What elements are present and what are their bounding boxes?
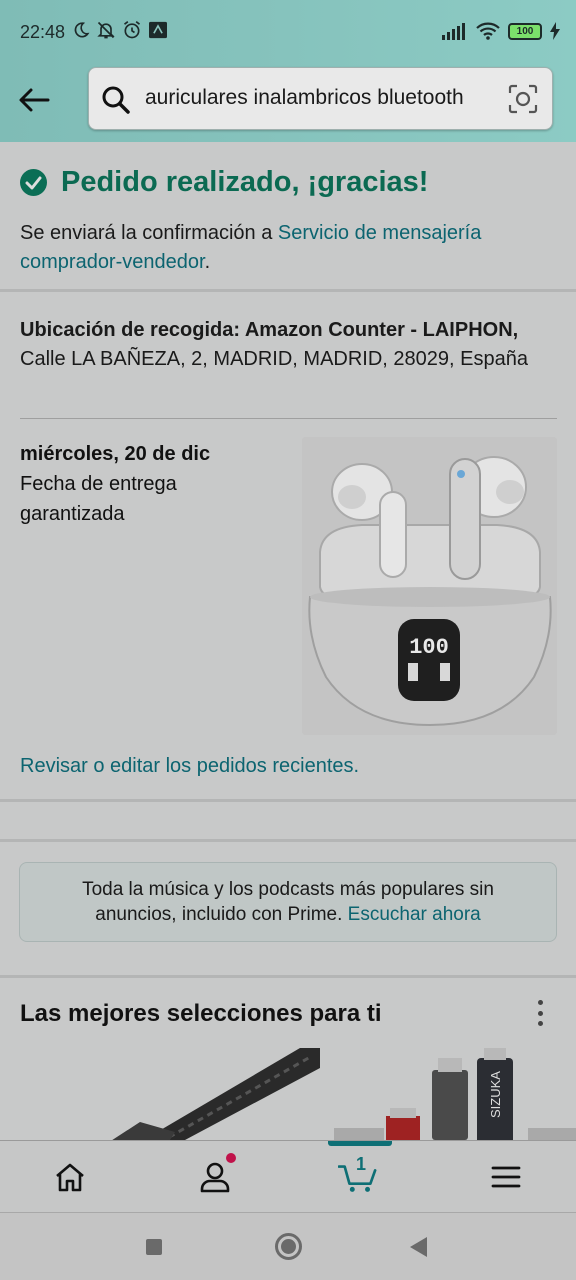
pickup-label: Ubicación de recogida: Amazon Counter - … — [20, 319, 519, 341]
search-icon — [102, 86, 130, 114]
confirmation-suffix: . — [204, 251, 211, 273]
more-options-icon[interactable] — [530, 998, 550, 1028]
confirmation-title-row: Pedido realizado, ¡gracias! — [20, 142, 556, 199]
prime-music-banner[interactable]: Toda la música y los podcasts más popula… — [19, 862, 557, 942]
active-tab-indicator — [328, 1141, 392, 1146]
delivery-note-line2: garantizada — [20, 503, 125, 525]
app-notification-icon — [149, 21, 167, 39]
header: 22:48 100 auriculares inalambricos bluet… — [0, 0, 576, 142]
section-spacer — [0, 802, 576, 842]
delivery-info: miércoles, 20 de dic Fecha de entrega ga… — [20, 439, 210, 529]
status-time: 22:48 — [20, 22, 66, 42]
product-image[interactable]: 100 — [302, 437, 557, 735]
recommendations-title: Las mejores selecciones para ti — [20, 1000, 382, 1027]
recommended-products: SIZUKA — [100, 1048, 576, 1142]
wifi-icon — [476, 22, 500, 40]
home-icon — [56, 1163, 84, 1192]
moon-icon — [74, 22, 90, 38]
delivery-date: miércoles, 20 de dic — [20, 443, 211, 465]
main-content: Pedido realizado, ¡gracias! Se enviará l… — [0, 142, 576, 1142]
arrow-left-icon — [19, 88, 50, 112]
promo-section: Toda la música y los podcasts más popula… — [0, 842, 576, 978]
check-circle-icon — [20, 169, 47, 196]
status-right: 100 — [442, 22, 560, 40]
pickup-address: Ubicación de recogida: Amazon Counter - … — [20, 316, 556, 374]
signal-icon — [442, 23, 465, 40]
nav-home[interactable] — [50, 1155, 90, 1199]
recommendations-section: Las mejores selecciones para ti SIZUKA — [0, 978, 576, 1142]
listen-now-link[interactable]: Escuchar ahora — [348, 904, 481, 925]
bell-off-icon — [97, 21, 115, 39]
system-back-button[interactable] — [410, 1237, 427, 1257]
notification-dot — [226, 1153, 236, 1163]
camera-search-icon[interactable] — [508, 84, 538, 114]
charging-icon — [550, 22, 560, 40]
system-navigation — [0, 1212, 576, 1280]
confirmation-text: Se enviará la confirmación a Servicio de… — [20, 219, 556, 277]
confirmation-title: Pedido realizado, ¡gracias! — [61, 166, 429, 198]
recents-button[interactable] — [146, 1239, 162, 1255]
review-orders-link[interactable]: Revisar o editar los pedidos recientes. — [20, 755, 359, 778]
battery-icon: 100 — [508, 22, 542, 40]
menu-icon — [491, 1166, 521, 1188]
usb-adapter-product-image[interactable]: SIZUKA — [334, 1048, 576, 1142]
cart-count: 1 — [356, 1154, 367, 1174]
earbuds-illustration: 100 — [302, 437, 557, 735]
cable-product-image[interactable] — [100, 1048, 320, 1142]
recommendations-carousel: SIZUKA — [0, 1048, 576, 1142]
pickup-section: Ubicación de recogida: Amazon Counter - … — [0, 292, 576, 802]
order-confirmation: Pedido realizado, ¡gracias! Se enviará l… — [0, 142, 576, 292]
status-bar: 22:48 100 — [0, 0, 576, 66]
home-button[interactable] — [275, 1233, 302, 1260]
search-bar[interactable]: auriculares inalambricos bluetooth — [88, 67, 553, 130]
bottom-navigation: 1 — [0, 1140, 576, 1212]
status-icons — [72, 20, 168, 40]
alarm-icon — [124, 21, 140, 39]
delivery-note-line1: Fecha de entrega — [20, 473, 177, 495]
promo-text: Toda la música y los podcasts más popula… — [50, 877, 526, 927]
pickup-address-text: Calle LA BAÑEZA, 2, MADRID, MADRID, 2802… — [20, 348, 528, 370]
search-input[interactable]: auriculares inalambricos bluetooth — [145, 86, 497, 110]
nav-menu[interactable] — [486, 1155, 526, 1199]
divider — [20, 418, 557, 419]
back-button[interactable] — [14, 80, 54, 120]
adapter-brand-text: SIZUKA — [488, 1071, 503, 1118]
confirmation-prefix: Se enviará la confirmación a — [20, 222, 278, 244]
case-display-text: 100 — [409, 635, 449, 660]
account-icon — [200, 1162, 230, 1193]
